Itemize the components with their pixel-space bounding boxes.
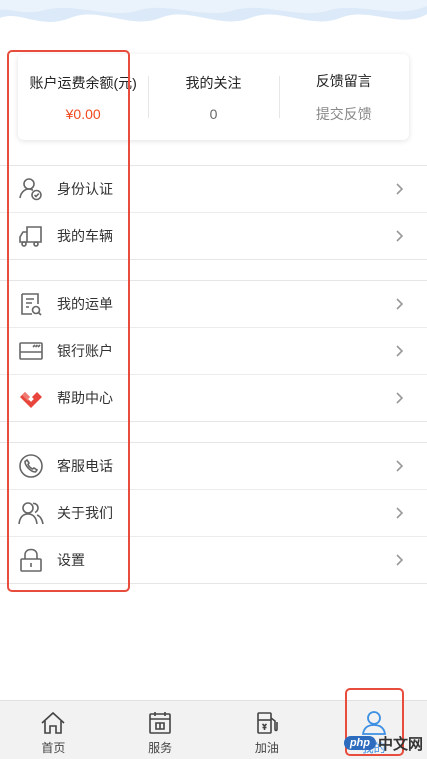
phone-icon bbox=[17, 452, 45, 480]
home-icon bbox=[39, 709, 67, 737]
menu-item-label: 设置 bbox=[57, 552, 85, 568]
chevron-right-icon bbox=[393, 344, 407, 358]
chevron-right-icon bbox=[393, 459, 407, 473]
id-verify-icon bbox=[17, 175, 45, 203]
my-follows-value: 0 bbox=[209, 105, 218, 122]
chevron-right-icon bbox=[393, 553, 407, 567]
watermark: php 中文网 bbox=[343, 733, 423, 753]
my-follows[interactable]: 我的关注 0 bbox=[148, 54, 278, 140]
header-wave-decoration bbox=[0, 0, 427, 40]
watermark-text: 中文网 bbox=[377, 735, 423, 753]
menu-group-business: 我的运单 银行账户 帮助中心 bbox=[0, 280, 427, 422]
account-stats-card: 账户运费余额(元) ¥0.00 我的关注 0 反馈留言 提交反馈 bbox=[18, 54, 409, 140]
feedback-label: 反馈留言 bbox=[315, 72, 372, 89]
watermark-badge: php bbox=[343, 736, 376, 750]
profile-menu: 身份认证 我的车辆 我的运单 银行账户 帮助中心 客服电话 关于我们 设置 bbox=[0, 165, 427, 584]
menu-item-label: 身份认证 bbox=[57, 181, 113, 197]
waybill-icon bbox=[17, 290, 45, 318]
lock-icon bbox=[17, 546, 45, 574]
menu-item-label: 我的运单 bbox=[57, 296, 113, 312]
menu-item-label: 银行账户 bbox=[57, 343, 113, 359]
menu-item-label: 我的车辆 bbox=[57, 228, 113, 244]
freight-balance-label: 账户运费余额(元) bbox=[29, 74, 137, 91]
menu-item-label: 关于我们 bbox=[57, 505, 113, 521]
about-us-icon bbox=[17, 499, 45, 527]
tab-label: 加油 bbox=[254, 741, 279, 755]
menu-item-help-center[interactable]: 帮助中心 bbox=[0, 375, 427, 422]
tab-label: 首页 bbox=[41, 741, 66, 755]
menu-item-label: 帮助中心 bbox=[57, 390, 113, 406]
tab-fuel[interactable]: 加油 bbox=[214, 701, 321, 759]
freight-balance[interactable]: 账户运费余额(元) ¥0.00 bbox=[18, 54, 148, 140]
menu-item-my-vehicles[interactable]: 我的车辆 bbox=[0, 213, 427, 260]
chevron-right-icon bbox=[393, 506, 407, 520]
menu-item-about-us[interactable]: 关于我们 bbox=[0, 490, 427, 537]
menu-item-label: 客服电话 bbox=[57, 458, 113, 474]
tab-label: 服务 bbox=[148, 741, 173, 755]
help-center-icon bbox=[17, 384, 45, 412]
bank-card-icon bbox=[17, 337, 45, 365]
fuel-icon bbox=[253, 709, 281, 737]
freight-balance-value: ¥0.00 bbox=[65, 105, 101, 122]
feedback[interactable]: 反馈留言 提交反馈 bbox=[278, 54, 409, 140]
chevron-right-icon bbox=[393, 229, 407, 243]
truck-icon bbox=[17, 222, 45, 250]
chevron-right-icon bbox=[393, 297, 407, 311]
tab-service[interactable]: 服务 bbox=[107, 701, 214, 759]
chevron-right-icon bbox=[393, 391, 407, 405]
menu-item-customer-service[interactable]: 客服电话 bbox=[0, 443, 427, 490]
tab-home[interactable]: 首页 bbox=[0, 701, 107, 759]
my-follows-label: 我的关注 bbox=[185, 74, 242, 91]
service-icon bbox=[146, 709, 174, 737]
chevron-right-icon bbox=[393, 182, 407, 196]
menu-group-support: 客服电话 关于我们 设置 bbox=[0, 442, 427, 584]
menu-item-settings[interactable]: 设置 bbox=[0, 537, 427, 584]
submit-feedback-link[interactable]: 提交反馈 bbox=[316, 104, 372, 124]
menu-item-id-verify[interactable]: 身份认证 bbox=[0, 166, 427, 213]
menu-item-bank-account[interactable]: 银行账户 bbox=[0, 328, 427, 375]
menu-item-my-waybills[interactable]: 我的运单 bbox=[0, 281, 427, 328]
menu-group-account: 身份认证 我的车辆 bbox=[0, 165, 427, 260]
